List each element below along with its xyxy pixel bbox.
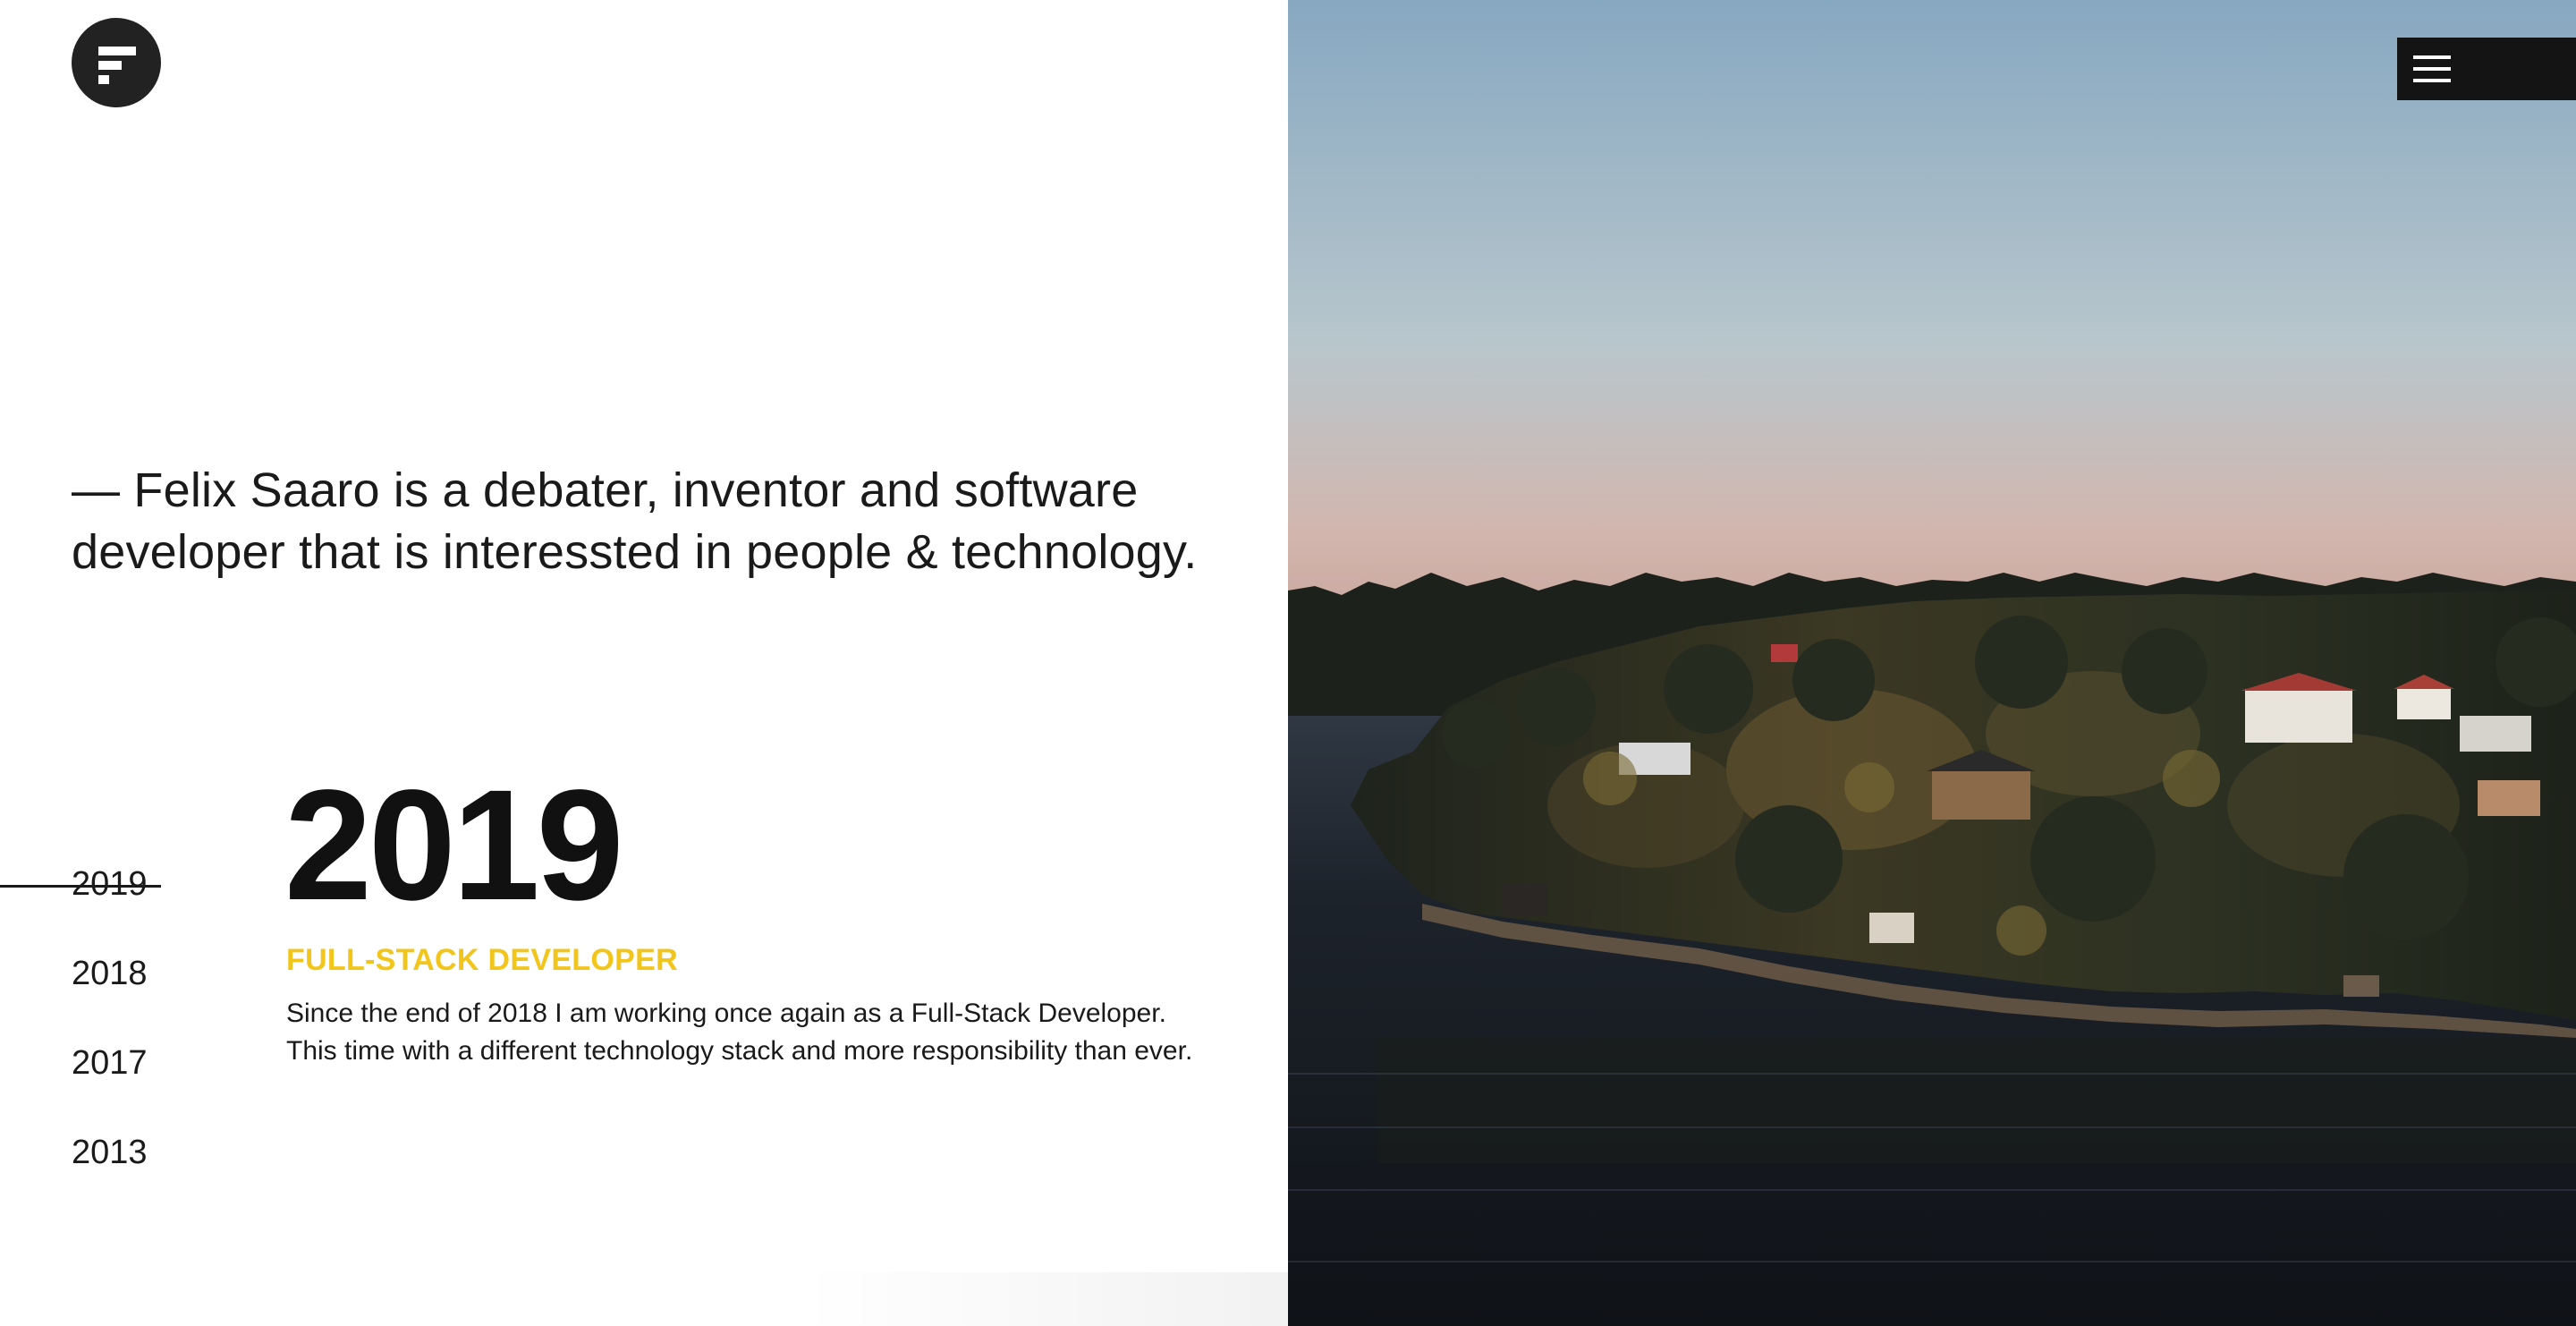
role-title: FULL-STACK DEVELOPER (286, 943, 678, 977)
logo[interactable] (72, 18, 161, 107)
year-nav-item-2019[interactable]: 2019 (0, 863, 161, 905)
lake-landscape-image (1288, 0, 2576, 1326)
year-nav: 2019 2018 2017 2013 (0, 850, 233, 1208)
hamburger-menu-icon-line (2413, 67, 2451, 71)
f-logo-icon (98, 47, 136, 55)
menu-button[interactable] (2397, 38, 2576, 100)
hamburger-menu-icon-line (2413, 79, 2451, 82)
f-logo-icon-part (98, 75, 109, 84)
page: — Felix Saaro is a debater, inventor and… (0, 0, 2576, 1326)
year-nav-item-2013[interactable]: 2013 (72, 1131, 148, 1174)
hamburger-menu-icon (2413, 55, 2451, 59)
hero-photo (1288, 0, 2576, 1326)
role-description: Since the end of 2018 I am working once … (286, 999, 1193, 1066)
year-nav-item-2018[interactable]: 2018 (72, 952, 148, 995)
year-nav-item-2017[interactable]: 2017 (72, 1041, 148, 1084)
left-panel: — Felix Saaro is a debater, inventor and… (0, 0, 1288, 1326)
f-logo-icon-part (98, 61, 122, 70)
bottom-fade (805, 1272, 1288, 1326)
active-year-heading: 2019 (284, 758, 624, 933)
intro-text: — Felix Saaro is a debater, inventor and… (72, 463, 1198, 579)
